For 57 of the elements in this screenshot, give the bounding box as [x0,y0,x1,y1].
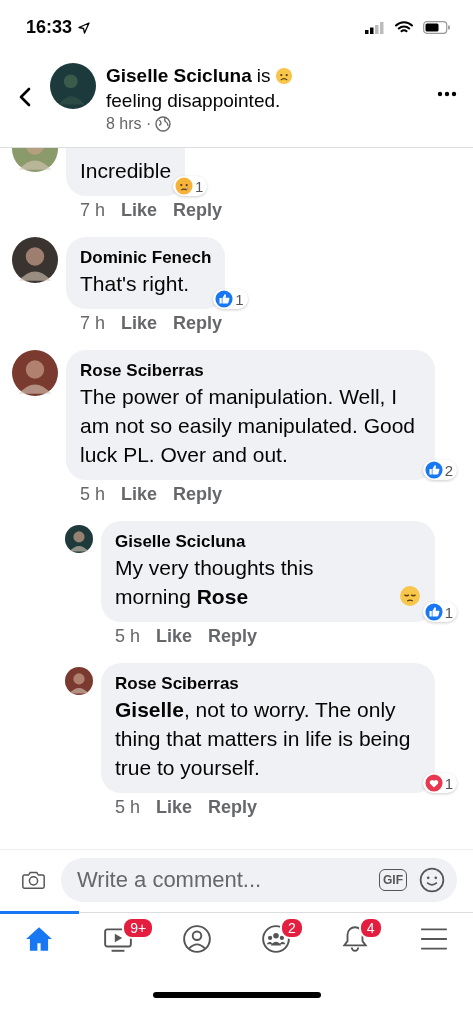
comment-author[interactable]: Giselle Scicluna [115,531,421,553]
gif-button[interactable]: GIF [379,869,407,891]
comment-time: 7 h [80,313,106,334]
reply-link[interactable]: Reply [208,626,258,647]
wifi-icon [395,21,413,34]
sad-face-icon [275,66,294,85]
status-time: 16:33 [26,17,73,38]
nav-tab[interactable]: 2 [236,911,316,966]
avatar[interactable] [12,350,58,396]
post-verb: is [256,64,271,88]
profile-icon [182,924,213,954]
reply-link[interactable]: Reply [173,484,223,505]
avatar[interactable] [65,667,93,695]
comment-text: That's right. [80,271,190,297]
globe-icon [155,116,172,132]
notification-badge: 9+ [122,917,155,939]
comment-author[interactable]: Rose Sciberras [115,673,421,695]
avatar[interactable] [50,63,96,109]
comment-time: 7 h [80,200,106,221]
comment-author[interactable]: Rose Sciberras [80,360,421,382]
reply-link[interactable]: Reply [208,797,258,818]
signal-icon [365,21,385,34]
comment-text: The power of manipulation. Well, I am not so easily manipulated. Good luck PL. Over and out. [80,384,417,468]
battery-icon [423,21,451,34]
post-author[interactable]: Giselle Scicluna [106,63,252,88]
avatar[interactable] [65,525,93,553]
nav-tab[interactable]: 4 [315,911,395,966]
back-icon[interactable] [18,87,32,107]
reply-link[interactable]: Reply [173,200,223,221]
post-time: 8 hrs · [106,115,152,133]
reaction-count[interactable]: 1 [422,773,457,793]
comment-time: 5 h [80,484,106,505]
notification-badge: 2 [279,917,304,939]
comment-author[interactable]: Dominic Fenech [80,247,212,269]
more-icon[interactable] [437,91,457,97]
comment-text: Giselle, not to worry. The only thing that matters in life is being true to yourself. [115,697,412,781]
smiley-icon[interactable] [419,867,445,893]
reaction-count[interactable]: 1 [213,289,248,309]
post-feeling: feeling disappointed. [106,89,281,113]
like-link[interactable]: Like [156,626,193,647]
comment-field[interactable]: Write a comment... GIF [61,858,457,902]
like-link[interactable]: Like [121,313,158,334]
notification-badge: 4 [358,917,383,939]
reaction-count[interactable]: 1 [422,602,457,622]
reaction-count[interactable]: 2 [422,460,457,480]
like-link[interactable]: Like [156,797,193,818]
like-link[interactable]: Like [121,484,158,505]
reply-link[interactable]: Reply [173,313,223,334]
nav-tab[interactable]: 9+ [78,911,158,966]
location-arrow-icon [78,21,91,34]
like-link[interactable]: Like [121,200,158,221]
comment-text: My very thoughts this morning Rose [115,555,315,610]
avatar[interactable] [12,237,58,283]
comment-time: 5 h [115,626,141,647]
comment-time: 5 h [115,797,141,818]
comment-text: Incredible [80,158,172,184]
reaction-count[interactable]: 1 [173,176,208,196]
